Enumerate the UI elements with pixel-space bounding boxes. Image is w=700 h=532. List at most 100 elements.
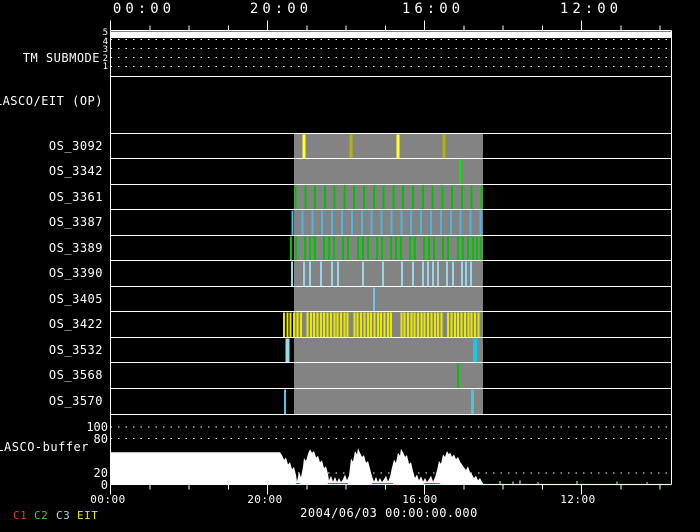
event-tick-OS_3092	[397, 135, 400, 158]
event-tick-OS_3390	[320, 262, 322, 286]
event-tick-OS_3390	[461, 262, 463, 286]
event-tick-OS_3422	[300, 313, 302, 337]
event-tick-OS_3390	[446, 262, 448, 286]
event-tick-OS_3422	[390, 313, 392, 337]
event-tick-OS_3422	[377, 313, 379, 337]
event-tick-OS_3387	[460, 211, 462, 235]
event-tick-OS_3570	[284, 390, 286, 414]
event-tick-OS_3389	[409, 237, 411, 260]
event-tick-OS_3361	[461, 186, 463, 209]
event-tick-OS_3390	[465, 262, 467, 286]
event-tick-OS_3389	[304, 237, 306, 260]
event-tick-OS_3422	[296, 313, 298, 337]
event-tick-OS_3387	[430, 211, 432, 235]
event-tick-OS_3361	[412, 186, 414, 209]
event-tick-OS_3389	[428, 237, 430, 260]
event-tick-OS_3390	[452, 262, 454, 286]
event-tick-OS_3387	[420, 211, 422, 235]
event-tick-OS_3389	[442, 237, 444, 260]
event-tick-OS_3422	[370, 313, 372, 337]
event-tick-OS_3422	[464, 313, 466, 337]
event-tick-OS_3387	[410, 211, 412, 235]
event-tick-OS_3389	[357, 237, 359, 260]
event-tick-OS_3422	[410, 313, 412, 337]
event-tick-OS_3422	[424, 313, 426, 337]
event-tick-OS_3422	[340, 313, 342, 337]
event-tick-OS_3390	[362, 262, 364, 286]
event-tick-OS_3422	[367, 313, 369, 337]
event-tick-OS_3361	[422, 186, 424, 209]
event-tick-OS_3422	[327, 313, 329, 337]
event-tick-OS_3422	[363, 313, 365, 337]
event-tick-OS_3387	[301, 211, 303, 235]
event-tick-OS_3361	[481, 186, 483, 209]
event-tick-OS_3422	[447, 313, 449, 337]
event-tick-OS_3422	[477, 313, 479, 337]
event-tick-OS_3390	[382, 262, 384, 286]
event-tick-OS_3422	[323, 313, 325, 337]
event-tick-OS_3361	[314, 186, 316, 209]
event-tick-OS_3387	[292, 211, 294, 235]
event-tick-OS_3361	[383, 186, 385, 209]
event-tick-OS_3422	[430, 313, 432, 337]
event-tick-OS_3422	[317, 313, 319, 337]
event-tick-OS_3390	[427, 262, 429, 286]
event-tick-OS_3389	[457, 237, 459, 260]
event-tick-OS_3389	[295, 237, 297, 260]
event-tick-OS_3361	[471, 186, 473, 209]
event-tick-OS_3361	[324, 186, 326, 209]
event-tick-OS_3390	[412, 262, 414, 286]
event-tick-OS_3361	[343, 186, 345, 209]
event-tick-OS_3361	[451, 186, 453, 209]
event-tick-OS_3361	[295, 186, 297, 209]
event-tick-OS_3387	[311, 211, 313, 235]
event-tick-OS_3361	[402, 186, 404, 209]
event-tick-OS_3361	[334, 186, 336, 209]
event-tick-OS_3389	[476, 237, 478, 260]
event-tick-OS_3422	[420, 313, 422, 337]
event-tick-OS_3387	[321, 211, 323, 235]
shaded-region	[294, 134, 483, 414]
event-tick-OS_3389	[390, 237, 392, 260]
buffer-area	[110, 448, 484, 484]
event-tick-OS_3422	[427, 313, 429, 337]
event-tick-OS_3361	[304, 186, 306, 209]
event-tick-OS_3389	[423, 237, 425, 260]
event-tick-OS_3387	[331, 211, 333, 235]
event-tick-OS_3390	[303, 262, 305, 286]
event-tick-OS_3389	[328, 237, 330, 260]
event-tick-OS_3422	[343, 313, 345, 337]
event-tick-OS_3422	[471, 313, 473, 337]
event-tick-OS_3387	[470, 211, 472, 235]
tm-submode-bar	[111, 32, 672, 39]
event-tick-OS_3389	[362, 237, 364, 260]
telemetry-timeline-plot: TM SUBMODE LASCO/EIT (OP) LASCO-buffer 2…	[0, 0, 700, 532]
event-tick-OS_3389	[323, 237, 325, 260]
event-tick-OS_3405	[373, 288, 375, 311]
event-tick-OS_3389	[376, 237, 378, 260]
event-tick-OS_3422	[414, 313, 416, 337]
event-tick-OS_3342	[459, 160, 461, 184]
event-tick-OS_3387	[400, 211, 402, 235]
event-tick-OS_3390	[331, 262, 333, 286]
event-tick-OS_3092	[443, 135, 446, 158]
event-tick-OS_3389	[290, 237, 292, 260]
event-tick-OS_3387	[381, 211, 383, 235]
event-tick-OS_3092	[350, 135, 353, 158]
event-tick-OS_3422	[373, 313, 375, 337]
event-tick-OS_3389	[447, 237, 449, 260]
event-tick-OS_3387	[440, 211, 442, 235]
event-tick-OS_3389	[381, 237, 383, 260]
event-tick-OS_3361	[353, 186, 355, 209]
event-tick-OS_3422	[467, 313, 469, 337]
event-tick-OS_3568	[457, 364, 459, 388]
event-tick-OS_3422	[457, 313, 459, 337]
event-tick-OS_3570	[471, 390, 474, 414]
event-tick-OS_3422	[474, 313, 476, 337]
event-tick-OS_3422	[313, 313, 315, 337]
event-tick-OS_3389	[367, 237, 369, 260]
event-tick-OS_3422	[454, 313, 456, 337]
event-tick-OS_3389	[462, 237, 464, 260]
event-tick-OS_3422	[357, 313, 359, 337]
event-tick-OS_3387	[480, 211, 482, 235]
